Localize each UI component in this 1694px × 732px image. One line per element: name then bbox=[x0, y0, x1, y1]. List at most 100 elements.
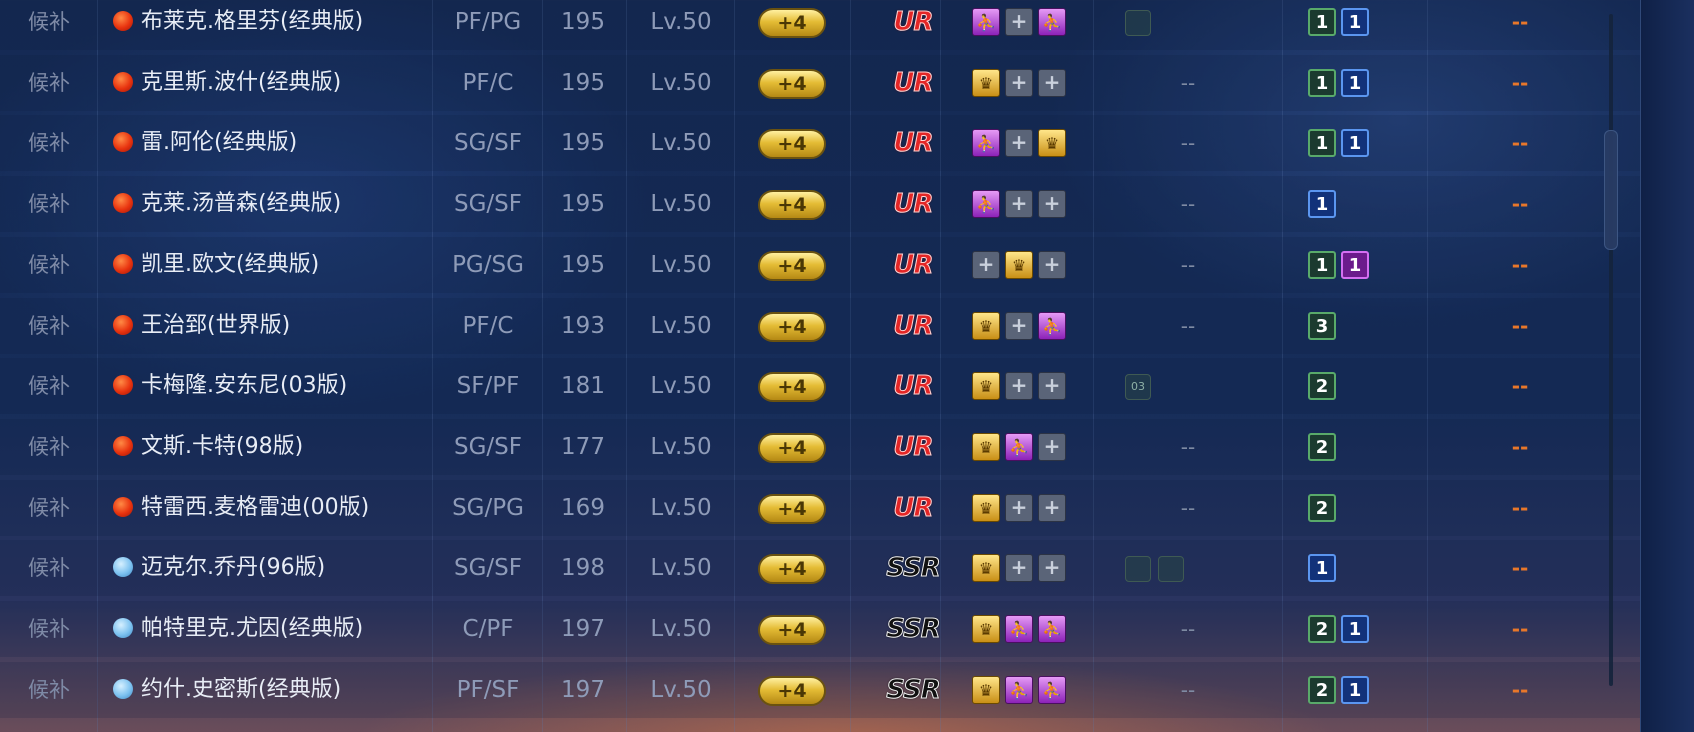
table-row[interactable]: 候补 凯里.欧文(经典版) PG/SG 195 Lv.50 +4 UR + ♛ + -- 1 1 -- bbox=[0, 235, 1640, 295]
plus-icon[interactable]: + bbox=[1038, 493, 1066, 522]
upgrade-bonus-badge[interactable]: +4 bbox=[758, 675, 826, 706]
honor-badge-icon[interactable] bbox=[1158, 556, 1184, 583]
level-chip: 1 bbox=[1341, 68, 1369, 97]
player-icon[interactable]: ⛹ bbox=[972, 190, 1000, 219]
honor-badge-icon[interactable] bbox=[1125, 556, 1151, 583]
table-row[interactable]: 候补 王治郅(世界版) PF/C 193 Lv.50 +4 UR ♛ + ⛹ -- 3 -- bbox=[0, 296, 1640, 356]
plus-icon[interactable]: + bbox=[1038, 68, 1066, 97]
plus-icon[interactable]: + bbox=[1005, 129, 1033, 158]
plus-icon[interactable]: + bbox=[1005, 190, 1033, 219]
player-icon[interactable]: ⛹ bbox=[972, 8, 1000, 36]
scrollbar-track[interactable] bbox=[1609, 14, 1613, 686]
table-row[interactable]: 候补 卡梅隆.安东尼(03版) SF/PF 181 Lv.50 +4 UR ♛ + +03 2 -- bbox=[0, 356, 1640, 416]
table-row[interactable]: 候补 帕特里克.尤因(经典版) C/PF 197 Lv.50 +4 SSR ♛ ⛹ ⛹ -- 2 1 -- bbox=[0, 599, 1640, 659]
upgrade-bonus-badge[interactable]: +4 bbox=[758, 554, 826, 585]
plus-icon[interactable]: + bbox=[972, 250, 1000, 279]
upgrade-bonus-badge[interactable]: +4 bbox=[758, 311, 826, 342]
player-name[interactable]: 特雷西.麦格雷迪(00版) bbox=[141, 478, 369, 538]
player-position: SG/SF bbox=[453, 191, 522, 218]
plus-icon[interactable]: + bbox=[1038, 190, 1066, 219]
crown-icon[interactable]: ♛ bbox=[972, 615, 1000, 643]
crown-icon[interactable]: ♛ bbox=[1038, 129, 1066, 158]
plus-icon[interactable]: + bbox=[1005, 554, 1033, 583]
player-name[interactable]: 克莱.汤普森(经典版) bbox=[141, 174, 341, 234]
rarity-label: UR bbox=[893, 371, 934, 402]
upgrade-bonus-badge[interactable]: +4 bbox=[758, 250, 826, 281]
player-name[interactable]: 迈克尔.乔丹(96版) bbox=[141, 538, 325, 598]
honor-placeholder: -- bbox=[1180, 434, 1196, 459]
upgrade-bonus-badge[interactable]: +4 bbox=[758, 615, 826, 645]
player-roster-table: 候补 布莱克.格里芬(经典版) PF/PG 195 Lv.50 +4 UR ⛹ + ⛹ 1 1 -- 候补… bbox=[0, 0, 1640, 732]
player-icon[interactable]: ⛹ bbox=[1038, 311, 1066, 340]
player-status: 候补 bbox=[28, 495, 70, 520]
table-row[interactable]: 候补 特雷西.麦格雷迪(00版) SG/PG 169 Lv.50 +4 UR ♛ + + -- 2 -- bbox=[0, 478, 1640, 538]
table-row[interactable]: 候补 雷.阿伦(经典版) SG/SF 195 Lv.50 +4 UR ⛹ + ♛ -- 1 1 -- bbox=[0, 113, 1640, 173]
plus-icon[interactable]: + bbox=[1038, 432, 1066, 461]
plus-icon[interactable]: + bbox=[1005, 493, 1033, 522]
table-row[interactable]: 候补 约什.史密斯(经典版) PF/SF 197 Lv.50 +4 SSR ♛ ⛹ ⛹ -- 2 1 -- bbox=[0, 660, 1640, 720]
side-panel-edge bbox=[1640, 0, 1694, 732]
crown-icon[interactable]: ♛ bbox=[1005, 250, 1033, 279]
player-icon[interactable]: ⛹ bbox=[972, 129, 1000, 158]
plus-icon[interactable]: + bbox=[1005, 311, 1033, 340]
player-level: Lv.50 bbox=[650, 433, 712, 460]
extra-value: -- bbox=[1511, 374, 1529, 399]
plus-icon[interactable]: + bbox=[1005, 8, 1033, 36]
player-name[interactable]: 帕特里克.尤因(经典版) bbox=[141, 599, 363, 659]
player-overall: 169 bbox=[561, 494, 605, 521]
table-row[interactable]: 候补 克莱.汤普森(经典版) SG/SF 195 Lv.50 +4 UR ⛹ + + -- 1 -- bbox=[0, 174, 1640, 234]
player-name[interactable]: 雷.阿伦(经典版) bbox=[141, 113, 297, 173]
upgrade-bonus-badge[interactable]: +4 bbox=[758, 372, 826, 403]
plus-icon[interactable]: + bbox=[1038, 372, 1066, 401]
player-name[interactable]: 卡梅隆.安东尼(03版) bbox=[141, 356, 347, 416]
rarity-label: UR bbox=[893, 67, 934, 98]
honor-placeholder: -- bbox=[1180, 495, 1196, 520]
player-status: 候补 bbox=[28, 70, 70, 95]
player-overall: 195 bbox=[561, 191, 605, 218]
table-row[interactable]: 候补 布莱克.格里芬(经典版) PF/PG 195 Lv.50 +4 UR ⛹ + ⛹ 1 1 -- bbox=[0, 0, 1640, 52]
crown-icon[interactable]: ♛ bbox=[972, 675, 1000, 704]
crown-icon[interactable]: ♛ bbox=[972, 372, 1000, 401]
plus-icon[interactable]: + bbox=[1038, 250, 1066, 279]
upgrade-bonus-badge[interactable]: +4 bbox=[758, 68, 826, 99]
player-icon[interactable]: ⛹ bbox=[1038, 675, 1066, 704]
player-name[interactable]: 王治郅(世界版) bbox=[141, 296, 290, 356]
table-row[interactable]: 候补 文斯.卡特(98版) SG/SF 177 Lv.50 +4 UR ♛ ⛹ + -- 2 -- bbox=[0, 417, 1640, 477]
player-position: C/PF bbox=[462, 616, 514, 642]
crown-icon[interactable]: ♛ bbox=[972, 432, 1000, 461]
player-icon[interactable]: ⛹ bbox=[1005, 615, 1033, 643]
upgrade-bonus-badge[interactable]: +4 bbox=[758, 493, 826, 524]
crown-icon[interactable]: ♛ bbox=[972, 493, 1000, 522]
player-icon[interactable]: ⛹ bbox=[1038, 8, 1066, 36]
upgrade-bonus-badge[interactable]: +4 bbox=[758, 432, 826, 463]
crown-icon[interactable]: ♛ bbox=[972, 311, 1000, 340]
player-name[interactable]: 文斯.卡特(98版) bbox=[141, 417, 303, 477]
upgrade-bonus-badge[interactable]: +4 bbox=[758, 129, 826, 160]
scrollbar-thumb[interactable] bbox=[1604, 130, 1618, 250]
honor-badge-icon[interactable]: 03 bbox=[1125, 374, 1151, 401]
level-chip: 1 bbox=[1308, 8, 1336, 36]
upgrade-bonus-badge[interactable]: +4 bbox=[758, 190, 826, 221]
player-icon[interactable]: ⛹ bbox=[1005, 675, 1033, 704]
player-level: Lv.50 bbox=[650, 676, 712, 703]
level-chip: 1 bbox=[1308, 554, 1336, 583]
player-name[interactable]: 布莱克.格里芬(经典版) bbox=[141, 0, 363, 52]
extra-value: -- bbox=[1511, 434, 1529, 459]
player-overall: 197 bbox=[561, 676, 605, 703]
player-status: 候补 bbox=[28, 313, 70, 338]
rarity-label: SSR bbox=[886, 674, 942, 705]
table-row[interactable]: 候补 迈克尔.乔丹(96版) SG/SF 198 Lv.50 +4 SSR ♛ + +1 -- bbox=[0, 538, 1640, 598]
player-name[interactable]: 约什.史密斯(经典版) bbox=[141, 660, 341, 720]
player-name[interactable]: 凯里.欧文(经典版) bbox=[141, 235, 319, 295]
player-name[interactable]: 克里斯.波什(经典版) bbox=[141, 53, 341, 113]
honor-badge-icon[interactable] bbox=[1125, 10, 1151, 36]
plus-icon[interactable]: + bbox=[1005, 372, 1033, 401]
crown-icon[interactable]: ♛ bbox=[972, 554, 1000, 583]
crown-icon[interactable]: ♛ bbox=[972, 68, 1000, 97]
table-row[interactable]: 候补 克里斯.波什(经典版) PF/C 195 Lv.50 +4 UR ♛ + + -- 1 1 -- bbox=[0, 53, 1640, 113]
upgrade-bonus-badge[interactable]: +4 bbox=[758, 8, 826, 38]
plus-icon[interactable]: + bbox=[1005, 68, 1033, 97]
plus-icon[interactable]: + bbox=[1038, 554, 1066, 583]
player-icon[interactable]: ⛹ bbox=[1038, 615, 1066, 643]
player-icon[interactable]: ⛹ bbox=[1005, 432, 1033, 461]
